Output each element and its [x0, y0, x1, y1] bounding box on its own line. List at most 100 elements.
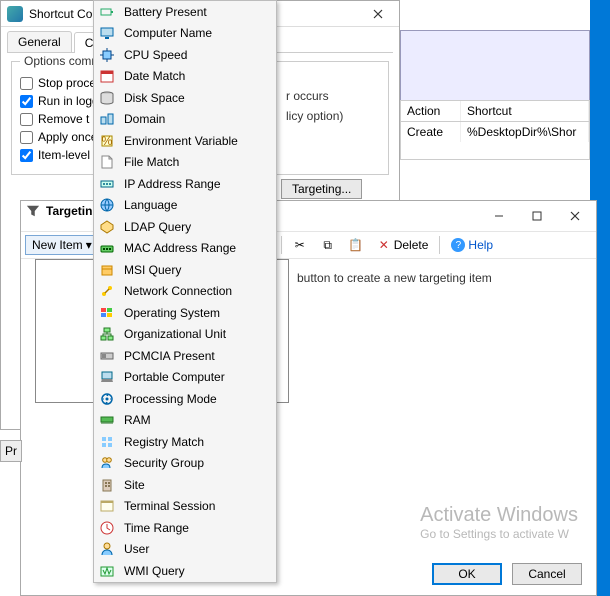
menu-item-domain[interactable]: Domain — [94, 109, 276, 131]
terminal-session-icon — [98, 498, 116, 514]
menu-item-wmi-query[interactable]: WMI Query — [94, 560, 276, 582]
chk-remove[interactable] — [20, 113, 33, 126]
menu-item-language[interactable]: Language — [94, 195, 276, 217]
menu-item-label: User — [124, 542, 149, 556]
help-icon: ? — [451, 238, 465, 252]
menu-item-label: CPU Speed — [124, 48, 187, 62]
menu-item-environment-variable[interactable]: %Environment Variable — [94, 130, 276, 152]
separator — [439, 236, 440, 254]
menu-item-file-match[interactable]: File Match — [94, 152, 276, 174]
cut-icon: ✂ — [293, 238, 307, 252]
menu-item-label: Battery Present — [124, 5, 207, 19]
menu-item-disk-space[interactable]: Disk Space — [94, 87, 276, 109]
mac-address-range-icon — [98, 240, 116, 256]
menu-item-organizational-unit[interactable]: Organizational Unit — [94, 324, 276, 346]
menu-item-label: Language — [124, 198, 177, 212]
maximize-icon — [532, 211, 542, 221]
menu-item-operating-system[interactable]: Operating System — [94, 302, 276, 324]
watermark-sub: Go to Settings to activate W — [420, 527, 578, 541]
portable-computer-icon — [98, 369, 116, 385]
partial-button[interactable]: Pr — [0, 440, 22, 462]
cut-button[interactable]: ✂ — [287, 236, 313, 254]
menu-item-label: MAC Address Range — [124, 241, 236, 255]
col-shortcut[interactable]: Shortcut — [461, 101, 589, 121]
chk-remove-label: Remove t — [38, 112, 89, 126]
delete-label: Delete — [394, 238, 429, 252]
close-icon — [570, 211, 580, 221]
targeting-heading-text: Targeting — [46, 204, 100, 218]
watermark-title: Activate Windows — [420, 504, 578, 527]
time-range-icon — [98, 520, 116, 536]
close-button[interactable] — [558, 205, 592, 227]
date-match-icon — [98, 68, 116, 84]
copy-button[interactable]: ⧉ — [315, 236, 341, 254]
chk-itemlevel-label: Item-level — [38, 148, 90, 162]
chk-applyonce-label: Apply once — [38, 130, 97, 144]
menu-item-pcmcia-present[interactable]: PCMCIA Present — [94, 345, 276, 367]
cancel-button[interactable]: Cancel — [512, 563, 582, 585]
new-item-dropdown[interactable]: New Item ▾ — [25, 235, 99, 255]
text-fragment: r occurs — [286, 89, 329, 103]
close-button[interactable] — [363, 4, 393, 24]
menu-item-ldap-query[interactable]: LDAP Query — [94, 216, 276, 238]
menu-item-label: Network Connection — [124, 284, 232, 298]
menu-item-computer-name[interactable]: Computer Name — [94, 23, 276, 45]
menu-item-network-connection[interactable]: Network Connection — [94, 281, 276, 303]
menu-item-security-group[interactable]: Security Group — [94, 453, 276, 475]
menu-item-label: Site — [124, 478, 145, 492]
col-action[interactable]: Action — [401, 101, 461, 121]
minimize-button[interactable] — [482, 205, 516, 227]
menu-item-processing-mode[interactable]: Processing Mode — [94, 388, 276, 410]
menu-item-label: Organizational Unit — [124, 327, 226, 341]
delete-button[interactable]: ✕ Delete — [371, 236, 435, 254]
menu-item-terminal-session[interactable]: Terminal Session — [94, 496, 276, 518]
menu-item-label: Environment Variable — [124, 134, 238, 148]
new-item-label: New Item — [32, 238, 83, 252]
help-label: Help — [468, 238, 493, 252]
table-row[interactable]: Create %DesktopDir%\Shor — [401, 122, 589, 142]
chk-applyonce[interactable] — [20, 131, 33, 144]
chevron-down-icon: ▾ — [86, 238, 92, 252]
menu-item-cpu-speed[interactable]: CPU Speed — [94, 44, 276, 66]
minimize-icon — [494, 211, 504, 221]
menu-item-ram[interactable]: RAM — [94, 410, 276, 432]
menu-item-label: Computer Name — [124, 26, 212, 40]
menu-item-registry-match[interactable]: Registry Match — [94, 431, 276, 453]
menu-item-msi-query[interactable]: MSI Query — [94, 259, 276, 281]
chk-loggedon[interactable] — [20, 95, 33, 108]
menu-item-label: Operating System — [124, 306, 220, 320]
menu-item-label: WMI Query — [124, 564, 185, 578]
app-icon — [7, 6, 23, 22]
site-icon — [98, 477, 116, 493]
paste-icon: 📋 — [349, 238, 363, 252]
menu-item-label: Disk Space — [124, 91, 185, 105]
chk-stop[interactable] — [20, 77, 33, 90]
menu-item-portable-computer[interactable]: Portable Computer — [94, 367, 276, 389]
hint-text: button to create a new targeting item — [297, 271, 492, 285]
help-button[interactable]: ? Help — [445, 236, 499, 254]
maximize-button[interactable] — [520, 205, 554, 227]
menu-item-label: Date Match — [124, 69, 185, 83]
menu-item-label: Portable Computer — [124, 370, 225, 384]
menu-item-battery-present[interactable]: Battery Present — [94, 1, 276, 23]
menu-item-label: Registry Match — [124, 435, 204, 449]
chk-itemlevel[interactable] — [20, 149, 33, 162]
menu-item-label: Processing Mode — [124, 392, 217, 406]
menu-item-ip-address-range[interactable]: IP Address Range — [94, 173, 276, 195]
msi-query-icon — [98, 262, 116, 278]
pcmcia-present-icon — [98, 348, 116, 364]
registry-match-icon — [98, 434, 116, 450]
menu-item-user[interactable]: User — [94, 539, 276, 561]
tab-general[interactable]: General — [7, 31, 72, 52]
menu-item-mac-address-range[interactable]: MAC Address Range — [94, 238, 276, 260]
menu-item-date-match[interactable]: Date Match — [94, 66, 276, 88]
targeting-button[interactable]: Targeting... — [281, 179, 362, 199]
ok-button[interactable]: OK — [432, 563, 502, 585]
menu-item-site[interactable]: Site — [94, 474, 276, 496]
language-icon — [98, 197, 116, 213]
menu-item-label: Terminal Session — [124, 499, 215, 513]
cell-shortcut: %DesktopDir%\Shor — [461, 122, 589, 142]
menu-item-time-range[interactable]: Time Range — [94, 517, 276, 539]
new-item-menu: Battery Present Computer Name CPU Speed Dat… — [93, 0, 277, 583]
paste-button[interactable]: 📋 — [343, 236, 369, 254]
